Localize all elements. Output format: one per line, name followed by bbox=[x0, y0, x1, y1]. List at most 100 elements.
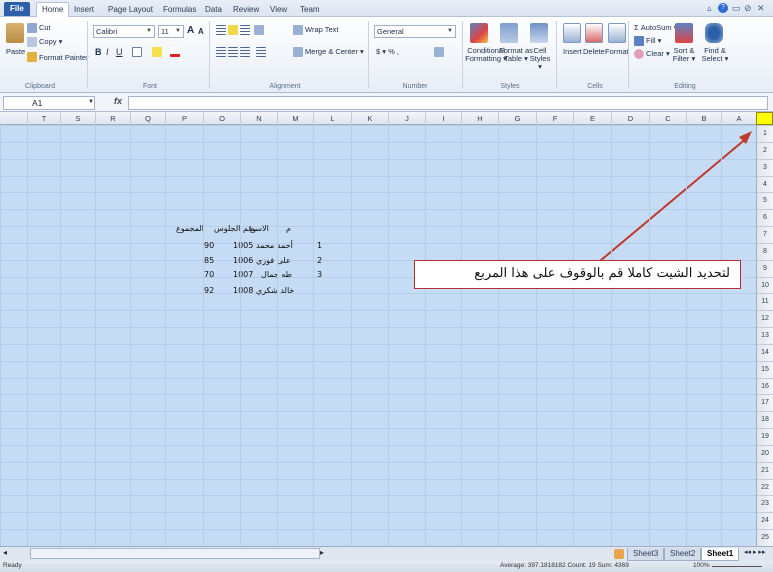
tab-formulas[interactable]: Formulas bbox=[163, 3, 196, 17]
bold-button[interactable]: B bbox=[95, 47, 102, 57]
paste-icon[interactable] bbox=[6, 23, 24, 43]
row-header[interactable]: 3 bbox=[757, 158, 773, 175]
insert-sheet-icon[interactable] bbox=[614, 549, 624, 559]
tab-view[interactable]: View bbox=[270, 3, 287, 17]
font-name-select[interactable]: Calibri ▼ bbox=[93, 25, 155, 38]
sheet-tab-active[interactable]: Sheet1 bbox=[701, 548, 740, 561]
options-icon[interactable]: ⊘ bbox=[744, 3, 752, 14]
paste-button[interactable]: Paste bbox=[6, 47, 25, 56]
column-header[interactable]: P bbox=[165, 112, 203, 125]
scroll-right-icon[interactable]: ▸ bbox=[320, 548, 324, 557]
name-box[interactable]: A1 bbox=[3, 96, 95, 110]
copy-button[interactable]: Copy ▾ bbox=[39, 37, 62, 46]
column-header[interactable]: B bbox=[686, 112, 721, 125]
close-icon[interactable]: ✕ bbox=[757, 3, 765, 14]
row-header[interactable]: 1 bbox=[757, 125, 773, 141]
sheet-tab[interactable]: Sheet2 bbox=[664, 548, 702, 561]
row-header[interactable]: 13 bbox=[757, 327, 773, 343]
column-header[interactable]: H bbox=[461, 112, 498, 125]
insert-function-button[interactable]: fx bbox=[114, 96, 122, 106]
underline-button[interactable]: U bbox=[116, 47, 123, 57]
row-header[interactable]: 21 bbox=[757, 461, 773, 478]
zoom-slider[interactable] bbox=[712, 566, 762, 567]
format-cells-icon[interactable] bbox=[608, 23, 626, 43]
row-header[interactable]: 17 bbox=[757, 394, 773, 410]
align-middle-icon[interactable] bbox=[228, 25, 238, 35]
decimal-icon[interactable] bbox=[434, 47, 444, 57]
zoom-level[interactable]: 100% bbox=[693, 562, 710, 569]
row-header[interactable]: 11 bbox=[757, 293, 773, 309]
row-header[interactable]: 7 bbox=[757, 226, 773, 242]
clear-button[interactable]: Clear ▾ bbox=[646, 49, 670, 58]
cut-icon[interactable] bbox=[27, 23, 37, 33]
format-cells-button[interactable]: Format bbox=[605, 47, 629, 56]
autosum-button[interactable]: Σ AutoSum ▾ bbox=[634, 23, 677, 32]
horizontal-scrollbar[interactable] bbox=[30, 548, 320, 559]
column-header[interactable]: G bbox=[498, 112, 536, 125]
row-header[interactable]: 25 bbox=[757, 529, 773, 545]
column-header[interactable]: L bbox=[313, 112, 351, 125]
tab-review[interactable]: Review bbox=[233, 3, 259, 17]
insert-cells-icon[interactable] bbox=[563, 23, 581, 43]
select-all-button[interactable] bbox=[756, 112, 773, 125]
row-header[interactable]: 24 bbox=[757, 512, 773, 528]
column-header[interactable]: R bbox=[95, 112, 130, 125]
row-header[interactable]: 5 bbox=[757, 192, 773, 208]
font-size-select[interactable]: 11 ▼ bbox=[158, 25, 184, 38]
align-left-icon[interactable] bbox=[216, 47, 226, 57]
column-header[interactable]: S bbox=[60, 112, 95, 125]
row-header[interactable]: 2 bbox=[757, 141, 773, 158]
borders-icon[interactable] bbox=[132, 47, 142, 57]
indent-icon[interactable] bbox=[256, 47, 266, 57]
tab-data[interactable]: Data bbox=[205, 3, 222, 17]
column-header[interactable]: Q bbox=[130, 112, 165, 125]
column-header[interactable]: C bbox=[649, 112, 686, 125]
cell-styles-button[interactable]: Cell Styles ▾ bbox=[527, 47, 553, 71]
row-header[interactable]: 19 bbox=[757, 428, 773, 444]
delete-cells-icon[interactable] bbox=[585, 23, 603, 43]
format-as-table-icon[interactable] bbox=[500, 23, 518, 43]
tab-insert[interactable]: Insert bbox=[74, 3, 94, 17]
column-header[interactable]: I bbox=[425, 112, 461, 125]
sort-filter-icon[interactable] bbox=[675, 23, 693, 43]
sort-filter-button[interactable]: Sort & Filter ▾ bbox=[670, 47, 698, 63]
row-header[interactable]: 23 bbox=[757, 495, 773, 511]
accounting-format-button[interactable]: $ ▾ % , bbox=[376, 47, 399, 56]
format-painter-icon[interactable] bbox=[27, 52, 37, 62]
column-header[interactable]: O bbox=[203, 112, 240, 125]
row-header[interactable]: 12 bbox=[757, 310, 773, 326]
shrink-font-button[interactable]: A bbox=[198, 27, 204, 36]
fill-button[interactable]: Fill ▾ bbox=[646, 36, 661, 45]
format-painter-button[interactable]: Format Painter bbox=[39, 53, 89, 62]
row-header[interactable]: 6 bbox=[757, 209, 773, 225]
find-select-icon[interactable] bbox=[705, 23, 723, 43]
chevron-down-icon[interactable]: ▼ bbox=[88, 99, 94, 105]
formula-input[interactable] bbox=[128, 96, 768, 110]
row-header[interactable]: 15 bbox=[757, 360, 773, 377]
row-header[interactable]: 9 bbox=[757, 259, 773, 276]
number-format-select[interactable]: General ▼ bbox=[374, 25, 456, 38]
scroll-left-icon[interactable]: ◂ bbox=[3, 548, 7, 557]
italic-button[interactable]: I bbox=[106, 47, 109, 57]
sheet-tab[interactable]: Sheet3 bbox=[627, 548, 665, 561]
row-header[interactable]: 4 bbox=[757, 175, 773, 192]
wrap-text-button[interactable]: Wrap Text bbox=[305, 25, 339, 34]
copy-icon[interactable] bbox=[27, 37, 37, 47]
column-header[interactable]: D bbox=[611, 112, 649, 125]
column-header[interactable]: M bbox=[277, 112, 313, 125]
row-header[interactable]: 16 bbox=[757, 377, 773, 394]
align-center-icon[interactable] bbox=[228, 47, 238, 57]
row-header[interactable]: 22 bbox=[757, 478, 773, 495]
row-header[interactable]: 8 bbox=[757, 242, 773, 259]
conditional-formatting-icon[interactable] bbox=[470, 23, 488, 43]
find-select-button[interactable]: Find & Select ▾ bbox=[701, 47, 729, 63]
minimize-ribbon-icon[interactable]: ▵ bbox=[707, 3, 712, 14]
align-right-icon[interactable] bbox=[240, 47, 250, 57]
restore-icon[interactable]: ▭ bbox=[732, 3, 741, 14]
column-header[interactable]: E bbox=[573, 112, 611, 125]
grow-font-button[interactable]: A bbox=[187, 25, 194, 36]
merge-center-button[interactable]: Merge & Center ▾ bbox=[305, 47, 364, 56]
tab-file[interactable]: File bbox=[4, 2, 30, 16]
column-header[interactable]: N bbox=[240, 112, 277, 125]
help-icon[interactable]: ? bbox=[718, 3, 728, 13]
